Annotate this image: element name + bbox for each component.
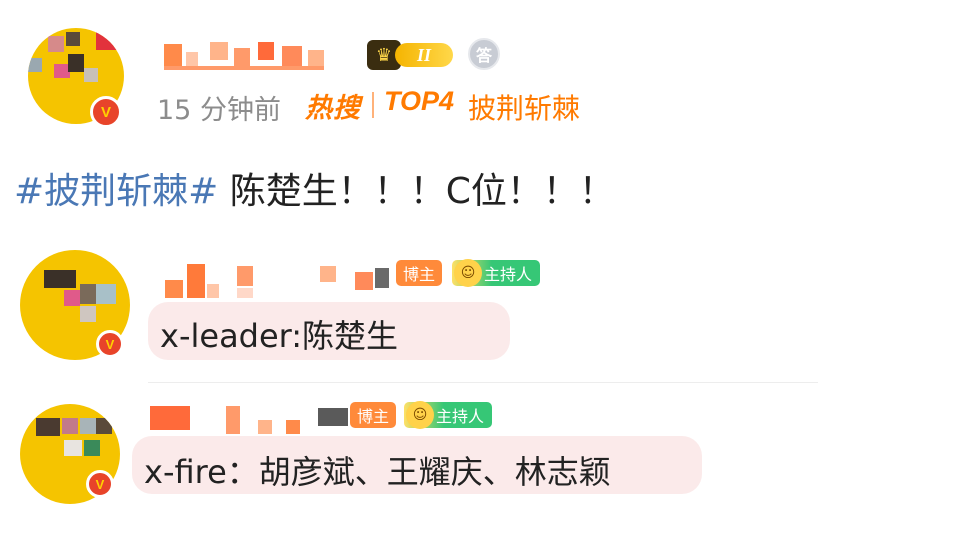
hot-search-rank[interactable]: TOP4 (384, 86, 454, 117)
verified-icon: V (96, 330, 124, 358)
host-mascot-icon: ☺ (454, 259, 482, 287)
post-text: #披荆斩棘# 陈楚生！！！C位！！！ (14, 162, 615, 214)
post-hashtag[interactable]: #披荆斩棘# (14, 171, 218, 212)
medal-icon[interactable]: 答 (468, 38, 500, 70)
host-mascot-icon: ☺ (406, 401, 434, 429)
comment-text: x-fire：胡彦斌、王耀庆、林志颖 (144, 453, 611, 491)
hot-search-logo[interactable]: 热搜 (305, 86, 361, 125)
verified-icon: V (90, 96, 122, 128)
hot-search-topic[interactable]: 披荆斩棘 (468, 87, 580, 127)
level-badge[interactable]: ♛ II (367, 40, 457, 70)
tag-host: ☺ 主持人 (404, 401, 493, 429)
tag-blogger: 博主 (350, 402, 397, 428)
comment-username[interactable] (165, 262, 395, 300)
post-username[interactable] (162, 40, 342, 74)
tag-host: ☺ 主持人 (452, 259, 541, 287)
meta-divider (372, 92, 374, 118)
comment-username[interactable] (150, 404, 350, 438)
post-text-body: 陈楚生！！！C位！！！ (218, 171, 615, 212)
comment-text: x-leader:陈楚生 (160, 317, 399, 355)
post-time: 15 分钟前 (157, 95, 281, 126)
tag-blogger: 博主 (396, 260, 443, 286)
comment-divider (148, 382, 818, 383)
verified-icon: V (86, 470, 114, 498)
